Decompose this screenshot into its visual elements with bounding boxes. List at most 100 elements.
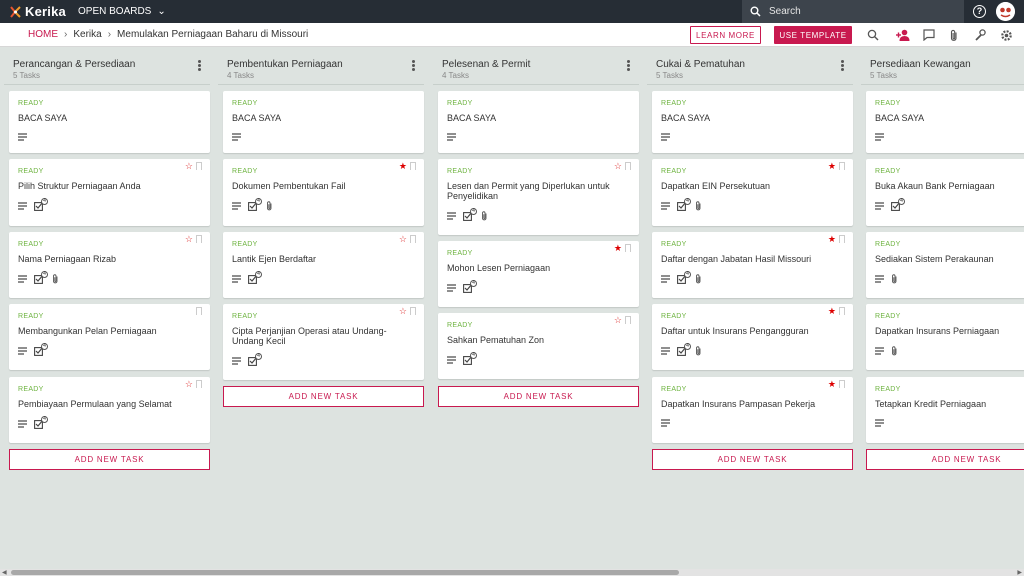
task-card[interactable]: READY BACA SAYA [9,91,210,153]
horizontal-scrollbar[interactable]: ◀ ▶ [0,569,1024,576]
priority-star-icon[interactable]: ★ [828,307,836,316]
scroll-right-icon[interactable]: ▶ [1017,569,1022,576]
priority-star-icon[interactable]: ☆ [399,235,407,244]
priority-star-icon[interactable]: ★ [399,162,407,171]
task-status: READY [661,241,687,248]
bookmark-icon[interactable] [839,162,845,170]
attachment-icon [695,201,702,211]
attachment-icon[interactable] [947,28,961,42]
task-indicators [18,133,34,141]
bookmark-icon[interactable] [839,235,845,243]
add-new-task-button[interactable]: ADD NEW TASK [9,449,210,470]
column-header[interactable]: Cukai & Pematuhan 5 Tasks [647,47,853,85]
scroll-left-icon[interactable]: ◀ [2,569,7,576]
bookmark-icon[interactable] [410,307,416,315]
checklist-count: 4 [470,208,477,215]
priority-star-icon[interactable]: ★ [828,235,836,244]
priority-star-icon[interactable]: ☆ [614,316,622,325]
bookmark-icon[interactable] [625,244,631,252]
checklist-count: 4 [255,353,262,360]
top-bar: Kerika OPEN BOARDS ⌄ ? [0,0,1024,23]
bookmark-icon[interactable] [839,380,845,388]
attachment-icon [481,211,488,221]
add-new-task-button[interactable]: ADD NEW TASK [438,386,639,407]
checklist-count: 4 [41,416,48,423]
search-box[interactable] [742,0,964,23]
chat-icon[interactable] [922,28,936,42]
priority-star-icon[interactable]: ☆ [185,380,193,389]
task-title: Lantik Ejen Berdaftar [232,254,317,264]
priority-star-icon[interactable]: ☆ [399,307,407,316]
task-card[interactable]: READY Daftar untuk Insurans Pengangguran ★… [652,304,853,370]
column-menu-icon[interactable] [841,60,845,72]
bookmark-icon[interactable] [410,162,416,170]
breadcrumb-account[interactable]: Kerika [73,29,101,40]
bookmark-icon[interactable] [196,307,202,315]
task-card[interactable]: READY BACA SAYA [438,91,639,153]
task-card[interactable]: READY Dapatkan Insurans Perniagaan [866,304,1024,370]
priority-star-icon[interactable]: ☆ [185,162,193,171]
bookmark-icon[interactable] [839,307,845,315]
checklist-icon: 4 [248,198,262,211]
bookmark-icon[interactable] [196,162,202,170]
add-person-icon[interactable] [896,28,910,42]
attachment-icon [695,274,702,284]
task-card[interactable]: READY Pembiayaan Permulaan yang Selamat ☆ 4 [9,377,210,443]
task-card[interactable]: READY Daftar dengan Jabatan Hasil Missour… [652,232,853,298]
board-search-icon[interactable] [866,28,880,42]
add-new-task-button[interactable]: ADD NEW TASK [652,449,853,470]
task-title: BACA SAYA [18,113,68,123]
task-card[interactable]: READY Dapatkan EIN Persekutuan ★ 4 [652,159,853,226]
task-card[interactable]: READY Pilih Struktur Perniagaan Anda ☆ 4 [9,159,210,226]
priority-star-icon[interactable]: ☆ [614,162,622,171]
task-indicators [875,274,905,284]
gear-icon[interactable] [999,28,1013,42]
priority-star-icon[interactable]: ★ [828,162,836,171]
breadcrumb-home[interactable]: HOME [28,29,58,40]
learn-more-button[interactable]: LEARN MORE [690,26,761,44]
task-card[interactable]: READY Dokumen Pembentukan Fail ★ 4 [223,159,424,226]
task-card[interactable]: READY Membangunkan Pelan Perniagaan 4 [9,304,210,370]
task-card[interactable]: READY Sediakan Sistem Perakaunan [866,232,1024,298]
use-template-button[interactable]: USE TEMPLATE [774,26,852,44]
task-title: Daftar dengan Jabatan Hasil Missouri [661,254,812,264]
open-boards-menu[interactable]: OPEN BOARDS ⌄ [78,6,166,17]
bookmark-icon[interactable] [196,235,202,243]
task-card[interactable]: READY Lesen dan Permit yang Diperlukan un… [438,159,639,235]
task-card[interactable]: READY Sahkan Pematuhan Zon ☆ 4 [438,313,639,379]
task-card[interactable]: READY BACA SAYA [866,91,1024,153]
task-card[interactable]: READY Lantik Ejen Berdaftar ☆ 4 [223,232,424,298]
column-menu-icon[interactable] [627,60,631,72]
task-indicators [661,133,677,141]
bookmark-icon[interactable] [410,235,416,243]
column-menu-icon[interactable] [198,60,202,72]
search-input[interactable] [769,6,949,17]
priority-star-icon[interactable]: ★ [614,244,622,253]
avatar[interactable] [996,2,1015,21]
column-header[interactable]: Pelesenan & Permit 4 Tasks [433,47,639,85]
bookmark-icon[interactable] [625,316,631,324]
add-new-task-button[interactable]: ADD NEW TASK [223,386,424,407]
task-card[interactable]: READY Mohon Lesen Perniagaan ★ 4 [438,241,639,307]
task-card[interactable]: READY Buka Akaun Bank Perniagaan 4 [866,159,1024,226]
kerika-logo[interactable]: Kerika [0,4,78,19]
task-status: READY [661,100,687,107]
column-header[interactable]: Pembentukan Perniagaan 4 Tasks [218,47,424,85]
priority-star-icon[interactable]: ★ [828,380,836,389]
add-new-task-button[interactable]: ADD NEW TASK [866,449,1024,470]
column-menu-icon[interactable] [412,60,416,72]
task-card[interactable]: READY Cipta Perjanjian Operasi atau Undan… [223,304,424,380]
task-card[interactable]: READY BACA SAYA [223,91,424,153]
task-card[interactable]: READY BACA SAYA [652,91,853,153]
column-header[interactable]: Persediaan Kewangan 5 Tasks [861,47,1024,85]
column-header[interactable]: Perancangan & Persediaan 5 Tasks [4,47,210,85]
scrollbar-thumb[interactable] [11,570,679,575]
bookmark-icon[interactable] [625,162,631,170]
priority-star-icon[interactable]: ☆ [185,235,193,244]
help-icon[interactable]: ? [973,5,986,18]
task-card[interactable]: READY Dapatkan Insurans Pampasan Pekerja ★ [652,377,853,443]
task-card[interactable]: READY Tetapkan Kredit Perniagaan [866,377,1024,443]
wrench-icon[interactable] [973,28,987,42]
task-card[interactable]: READY Nama Perniagaan Rizab ☆ 4 [9,232,210,298]
bookmark-icon[interactable] [196,380,202,388]
